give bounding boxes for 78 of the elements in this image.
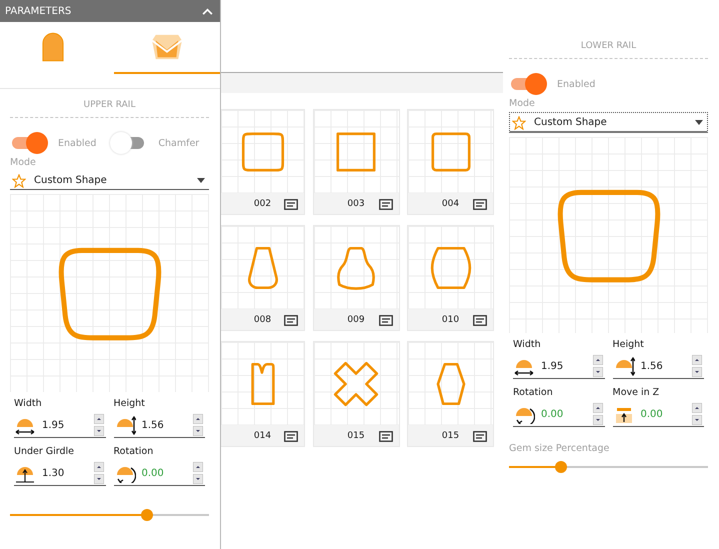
shape-number: 004	[442, 198, 460, 208]
faceted-gem-icon	[151, 33, 183, 61]
field-label: Rotation	[513, 387, 554, 400]
star-icon	[12, 174, 26, 188]
shape-number: 002	[254, 198, 272, 208]
mode-label: Mode	[10, 157, 37, 168]
spin-down-button[interactable]	[592, 367, 602, 377]
field-label: Height	[114, 398, 146, 411]
spin-down-button[interactable]	[692, 415, 702, 425]
note-icon[interactable]	[473, 315, 487, 326]
note-icon[interactable]	[473, 199, 487, 210]
field-label: Under Girdle	[14, 446, 76, 459]
field-label: Width	[14, 398, 43, 411]
field-label: Height	[612, 339, 645, 352]
shape-tile[interactable]: 002	[221, 109, 305, 215]
caret-icon	[197, 178, 205, 183]
toggle-label: Enabled	[557, 78, 596, 90]
shape-number: 008	[254, 314, 272, 324]
slider-thumb[interactable]	[554, 461, 567, 473]
section-title: UPPER RAIL	[82, 99, 136, 112]
toggle-label: Enabled	[58, 138, 96, 148]
shape-number: 003	[347, 198, 365, 208]
slider-label: Gem size Percentage	[509, 443, 610, 454]
shape-tile[interactable]: 009	[312, 225, 400, 331]
number-field[interactable]: 1.56	[612, 354, 704, 379]
field-label: Rotation	[114, 446, 154, 459]
spin-up-button[interactable]	[193, 414, 203, 424]
note-icon[interactable]	[378, 199, 392, 210]
spin-down-button[interactable]	[193, 474, 203, 484]
spin-up-button[interactable]	[592, 403, 602, 413]
caret-icon	[695, 120, 703, 125]
shape-tile[interactable]: 014	[221, 341, 305, 447]
spin-up-button[interactable]	[692, 403, 702, 413]
shape-tile[interactable]: 008	[221, 225, 305, 331]
note-icon[interactable]	[473, 431, 487, 442]
mode-dropdown[interactable]: Custom Shape	[509, 112, 708, 133]
field-label: Width	[513, 339, 542, 352]
spin-down-button[interactable]	[592, 415, 602, 425]
spin-up-button[interactable]	[94, 414, 104, 424]
spin-up-button[interactable]	[592, 355, 602, 365]
cabochon-icon	[42, 32, 64, 62]
panel-title: PARAMETERS	[5, 6, 72, 16]
number-field[interactable]: 1.95	[14, 413, 106, 438]
toggle-switch[interactable]	[10, 132, 48, 154]
shape-tile[interactable]: 015	[407, 341, 494, 447]
shape-tile[interactable]: 004	[407, 109, 494, 215]
shape-number: 009	[347, 314, 365, 324]
field-label: Move in Z	[612, 387, 660, 400]
shape-number: 010	[442, 314, 460, 324]
spin-up-button[interactable]	[692, 355, 702, 365]
number-field[interactable]: 1.95	[513, 354, 604, 379]
toggle-label: Chamfer	[158, 138, 200, 148]
star-icon	[512, 116, 526, 130]
section-title: LOWER RAIL	[580, 40, 638, 53]
shape-tile[interactable]: 010	[407, 225, 494, 331]
note-icon[interactable]	[284, 431, 298, 442]
shape-number: 015	[442, 430, 460, 440]
number-field[interactable]: 1.56	[114, 413, 205, 438]
shape-tile[interactable]: 015	[312, 341, 400, 447]
collapse-icon[interactable]	[202, 8, 213, 14]
toggle-switch[interactable]	[509, 73, 547, 95]
note-icon[interactable]	[378, 431, 392, 442]
spin-up-button[interactable]	[193, 462, 203, 472]
shape-tile[interactable]: 003	[312, 109, 400, 215]
spin-up-button[interactable]	[94, 462, 104, 472]
shape-number: 014	[254, 430, 272, 440]
spin-down-button[interactable]	[692, 367, 702, 377]
number-field[interactable]: 1.30	[14, 461, 106, 486]
note-icon[interactable]	[284, 315, 298, 326]
mode-label: Mode	[509, 98, 536, 109]
spin-down-button[interactable]	[94, 426, 104, 436]
note-icon[interactable]	[284, 199, 298, 210]
slider-thumb[interactable]	[141, 509, 154, 521]
spin-down-button[interactable]	[94, 474, 104, 484]
shape-number: 015	[347, 430, 365, 440]
mode-dropdown[interactable]: Custom Shape	[10, 171, 209, 190]
note-icon[interactable]	[378, 315, 392, 326]
spin-down-button[interactable]	[193, 426, 203, 436]
